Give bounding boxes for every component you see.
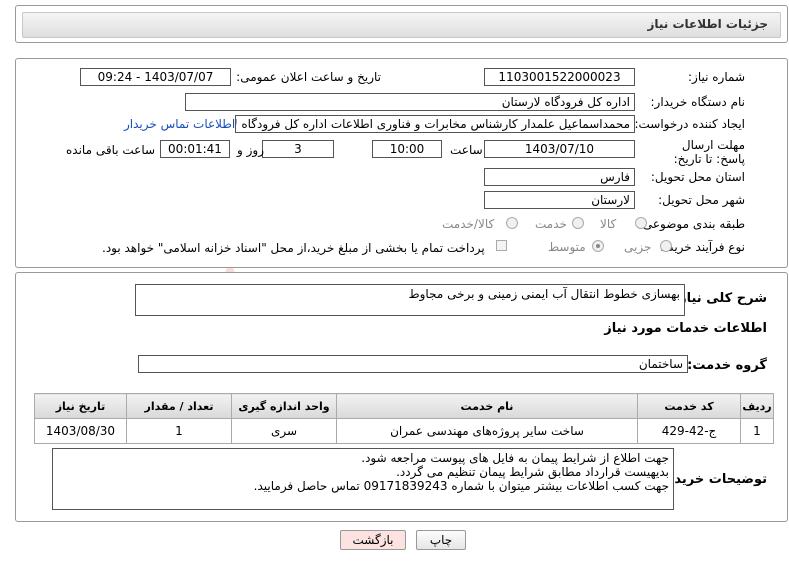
process-option-minor: جزیی <box>624 240 652 254</box>
buyer-org-label: نام دستگاه خریدار: <box>650 95 746 109</box>
buyer-notes-line: جهت کسب اطلاعات بیشتر میتوان با شماره 09… <box>253 479 669 493</box>
remaining-time-field[interactable]: 00:01:41 <box>160 140 230 158</box>
deadline-time-label: ساعت <box>450 143 483 157</box>
category-option-goods-service: کالا/خدمت <box>442 217 495 231</box>
city-field[interactable]: لارستان <box>484 191 635 209</box>
category-label: طبقه بندی موضوعی: <box>638 217 745 231</box>
page-header: جزئیات اطلاعات نیاز <box>15 5 788 43</box>
cell-date: 1403/08/30 <box>34 418 127 444</box>
summary-text: بهسازی خطوط انتقال آب ایمنی زمینی و برخی… <box>408 287 680 301</box>
services-table: ردیف کد خدمت نام خدمت واحد اندازه گیری ت… <box>34 393 774 444</box>
remaining-days-field[interactable]: 3 <box>262 140 334 158</box>
back-button[interactable]: بازگشت <box>340 530 406 550</box>
col-code: کد خدمت <box>637 393 741 419</box>
col-unit: واحد اندازه گیری <box>231 393 337 419</box>
days-label: روز و <box>237 143 264 157</box>
services-section-title: اطلاعات خدمات مورد نیاز <box>604 321 767 336</box>
treasury-note: پرداخت تمام یا بخشی از مبلغ خرید،از محل … <box>102 241 485 255</box>
cell-unit: سری <box>231 418 337 444</box>
category-radio-goods-service[interactable] <box>506 217 518 229</box>
process-radio-medium[interactable] <box>592 240 604 252</box>
cell-qty: 1 <box>126 418 232 444</box>
buyer-contact-link[interactable]: اطلاعات تماس خریدار <box>124 117 235 131</box>
buyer-org-field[interactable]: اداره کل فرودگاه لارستان <box>185 93 635 111</box>
announce-date-field[interactable]: 1403/07/07 - 09:24 <box>80 68 231 86</box>
buyer-notes-line: جهت اطلاع از شرایط پیمان به فایل های پیو… <box>361 451 669 465</box>
service-group-field[interactable]: ساختمان <box>138 355 688 373</box>
city-label: شهر محل تحویل: <box>658 193 745 207</box>
service-group-label: گروه خدمت: <box>687 358 767 373</box>
cell-name: ساخت سایر پروژه‌های مهندسی عمران <box>336 418 638 444</box>
category-radio-service[interactable] <box>572 217 584 229</box>
col-row: ردیف <box>740 393 774 419</box>
process-radio-minor[interactable] <box>660 240 672 252</box>
requester-field[interactable]: محمداسماعیل علمدار کارشناس مخابرات و فنا… <box>235 115 635 133</box>
cell-row: 1 <box>740 418 774 444</box>
province-field[interactable]: فارس <box>484 168 635 186</box>
summary-textarea[interactable]: بهسازی خطوط انتقال آب ایمنی زمینی و برخی… <box>135 284 685 316</box>
col-name: نام خدمت <box>336 393 638 419</box>
treasury-checkbox[interactable] <box>496 240 507 251</box>
category-radio-goods[interactable] <box>635 217 647 229</box>
header-bar: جزئیات اطلاعات نیاز <box>22 12 781 38</box>
buyer-notes-line: بدیهیست قرارداد مطابق شرایط پیمان تنظیم … <box>396 465 669 479</box>
need-number-label: شماره نیاز: <box>688 70 745 84</box>
print-button[interactable]: چاپ <box>416 530 466 550</box>
table-header-row: ردیف کد خدمت نام خدمت واحد اندازه گیری ت… <box>34 393 774 419</box>
table-row[interactable]: 1 ج-42-429 ساخت سایر پروژه‌های مهندسی عم… <box>34 418 774 444</box>
category-option-service: خدمت <box>535 217 567 231</box>
process-option-medium: متوسط <box>548 240 586 254</box>
process-label: نوع فرآیند خرید : <box>660 240 745 254</box>
buyer-notes-textarea[interactable]: جهت اطلاع از شرایط پیمان به فایل های پیو… <box>52 448 674 510</box>
category-option-goods: کالا <box>600 217 617 231</box>
col-qty: تعداد / مقدار <box>126 393 232 419</box>
deadline-time-field[interactable]: 10:00 <box>372 140 442 158</box>
announce-date-label: تاریخ و ساعت اعلان عمومی: <box>236 70 381 84</box>
summary-label: شرح کلی نیاز: <box>673 291 767 306</box>
deadline-date-field[interactable]: 1403/07/10 <box>484 140 635 158</box>
province-label: استان محل تحویل: <box>650 170 745 184</box>
cell-code: ج-42-429 <box>637 418 741 444</box>
col-date: تاریخ نیاز <box>34 393 127 419</box>
remaining-label: ساعت باقی مانده <box>66 143 156 157</box>
page-title: جزئیات اطلاعات نیاز <box>647 17 768 31</box>
deadline-label: مهلت ارسال پاسخ: تا تاریخ: <box>673 138 745 166</box>
need-number-field[interactable]: 1103001522000023 <box>484 68 635 86</box>
requester-label: ایجاد کننده درخواست: <box>634 117 745 131</box>
